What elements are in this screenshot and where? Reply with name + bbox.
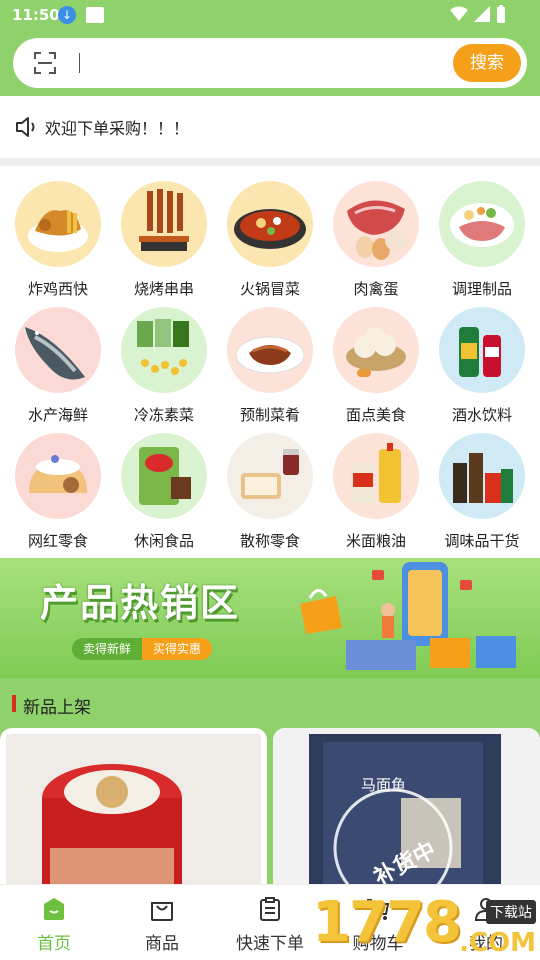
- category-label: 休闲食品: [133, 532, 194, 550]
- wifi-icon: [450, 6, 468, 21]
- category-cake[interactable]: 网红零食: [4, 418, 110, 550]
- clipboard-icon: [260, 897, 280, 921]
- category-fried-chicken[interactable]: 炸鸡西快: [4, 166, 110, 298]
- new-arrivals-heading: 新品上架: [23, 698, 91, 718]
- new-arrivals-section: 新品上架 马面鱼 补货中: [0, 678, 540, 884]
- battery-icon: [497, 5, 505, 23]
- fried-chicken-icon: [15, 181, 101, 267]
- category-label: 米面粮油: [345, 532, 406, 550]
- hot-products-banner[interactable]: 产品热销区 卖得新鲜 买得实惠: [0, 558, 540, 678]
- category-hotpot[interactable]: 火锅冒菜: [216, 166, 322, 298]
- download-icon: ↓: [58, 6, 76, 24]
- banner-title: 产品热销区: [40, 581, 241, 625]
- category-drinks[interactable]: 酒水饮料: [428, 292, 534, 424]
- site-watermark: 1778 下载站 .COM: [312, 890, 540, 960]
- notice-text: 欢迎下单采购！！！: [45, 119, 190, 138]
- section-divider: [0, 158, 540, 166]
- app-notification-icon: [86, 7, 104, 23]
- meat-eggs-icon: [333, 181, 419, 267]
- bag-icon: [151, 902, 173, 921]
- tab-label: 首页: [37, 934, 71, 954]
- category-bbq-skewers[interactable]: 烧烤串串: [110, 166, 216, 298]
- search-bar[interactable]: 搜索: [13, 38, 527, 88]
- category-buns[interactable]: 面点美食: [322, 292, 428, 424]
- toast-icon: [227, 433, 313, 519]
- category-label: 网红零食: [27, 532, 88, 550]
- banner-tag-fresh: 卖得新鲜: [72, 638, 142, 660]
- oil-rice-icon: [333, 433, 419, 519]
- category-fish[interactable]: 水产海鲜: [4, 292, 110, 424]
- watermark-digits: 1778: [312, 890, 462, 955]
- condiments-icon: [439, 433, 525, 519]
- product-card-fish[interactable]: 马面鱼 补货中: [273, 728, 540, 884]
- hotpot-icon: [227, 181, 313, 267]
- product-name-text: 马面鱼: [361, 776, 407, 794]
- watermark-site: 下载站: [486, 900, 536, 924]
- category-prepared-dish[interactable]: 预制菜肴: [216, 292, 322, 424]
- category-label: 散称零食: [239, 532, 300, 550]
- home-icon: [44, 898, 64, 920]
- cake-icon: [15, 433, 101, 519]
- tab-products[interactable]: 商品: [108, 885, 216, 960]
- status-bar: 11:50 ↓: [0, 0, 540, 32]
- chips-icon: [121, 433, 207, 519]
- frozen-veg-icon: [121, 307, 207, 393]
- banner-tag-value: 买得实惠: [142, 638, 212, 660]
- search-input-caret[interactable]: [79, 53, 80, 73]
- bbq-skewers-icon: [121, 181, 207, 267]
- search-button[interactable]: 搜索: [453, 44, 521, 82]
- tab-label: 快速下单: [236, 934, 304, 954]
- product-card-jar[interactable]: [0, 728, 267, 884]
- category-meat-eggs[interactable]: 肉禽蛋: [322, 166, 428, 298]
- category-chips[interactable]: 休闲食品: [110, 418, 216, 550]
- drinks-icon: [439, 307, 525, 393]
- category-oil-rice[interactable]: 米面粮油: [322, 418, 428, 550]
- category-frozen-veg[interactable]: 冷冻素菜: [110, 292, 216, 424]
- category-condiments[interactable]: 调味品干货: [428, 418, 534, 550]
- tab-home[interactable]: 首页: [0, 885, 108, 960]
- product-image-jar: [6, 734, 261, 884]
- tab-label: 商品: [145, 934, 179, 954]
- speaker-icon: [16, 117, 35, 137]
- signal-icon: [474, 6, 490, 22]
- category-grid: 炸鸡西快 烧烤串串 火锅冒菜 肉禽蛋 调理制品 水产海鲜 冷冻素菜 预制菜肴 面…: [0, 166, 540, 558]
- system-icons: [450, 5, 506, 23]
- tab-quick-order[interactable]: 快速下单: [216, 885, 324, 960]
- shopping-illustration: [300, 562, 516, 670]
- buns-icon: [333, 307, 419, 393]
- fish-icon: [15, 307, 101, 393]
- prepared-meat-icon: [439, 181, 525, 267]
- status-time: 11:50: [12, 6, 60, 24]
- notice-bar: 欢迎下单采购！！！: [0, 96, 540, 158]
- scan-icon[interactable]: [33, 51, 57, 75]
- prepared-dish-icon: [227, 307, 313, 393]
- section-accent-bar: [12, 695, 16, 712]
- category-toast[interactable]: 散称零食: [216, 418, 322, 550]
- category-prepared-meat[interactable]: 调理制品: [428, 166, 534, 298]
- category-label: 调味品干货: [444, 532, 520, 550]
- watermark-com: .COM: [459, 928, 536, 958]
